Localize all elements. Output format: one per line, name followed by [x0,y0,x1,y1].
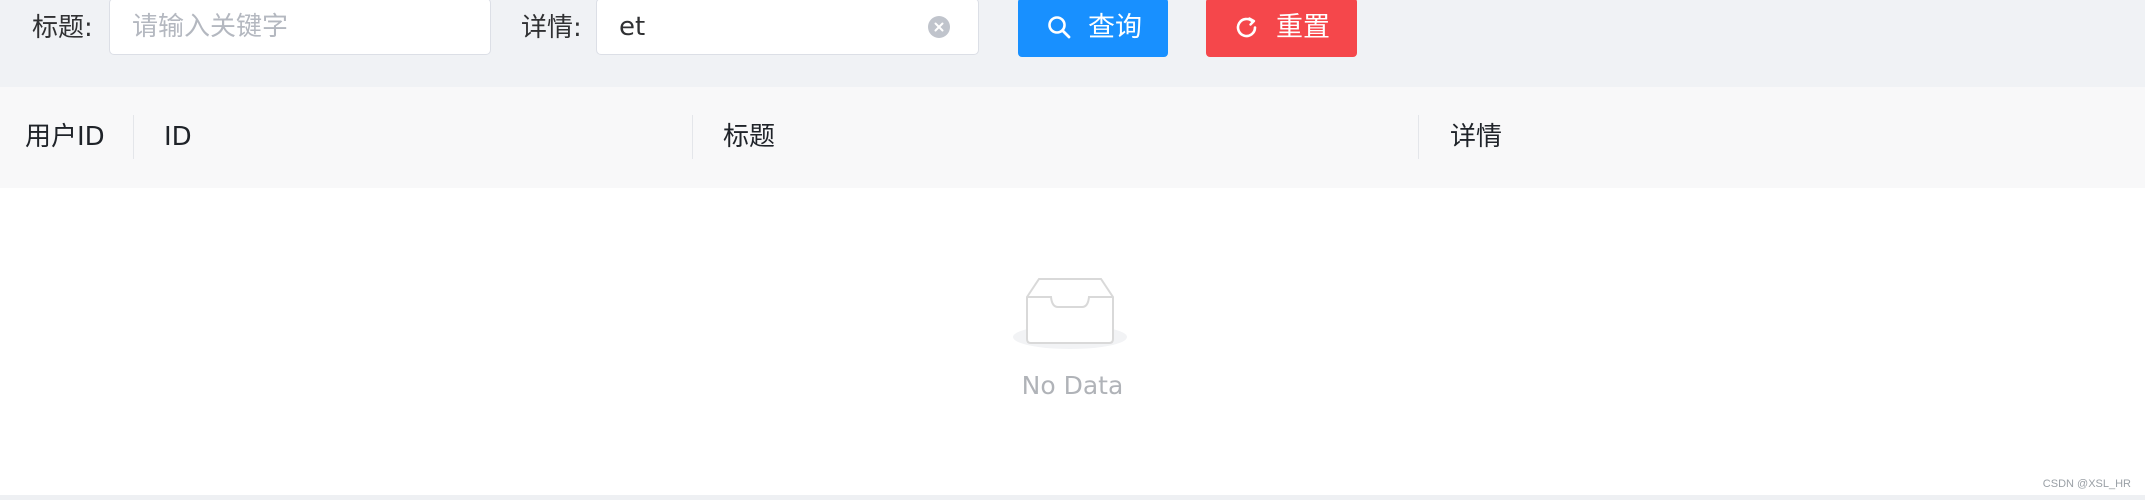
column-divider [133,115,134,159]
title-input-placeholder: 请输入关键字 [132,12,289,42]
refresh-icon [1234,14,1260,40]
empty-box-icon [1013,278,1127,349]
bottom-strip [0,495,2145,500]
search-bar: 标题: 请输入关键字 详情: et 查询 重置 [0,0,2145,87]
table-header: 用户ID ID 标题 详情 [0,87,2145,188]
empty-state-text: No Data [1021,371,1124,400]
column-header-user-id[interactable]: 用户ID [25,87,105,188]
detail-field-label: 详情: [521,13,582,43]
column-divider [1418,115,1419,159]
column-header-detail[interactable]: 详情 [1450,87,1502,188]
search-button[interactable]: 查询 [1018,0,1168,57]
detail-input-value: et [619,12,646,42]
clear-icon[interactable] [928,16,950,38]
column-header-id[interactable]: ID [164,87,192,188]
search-button-label: 查询 [1088,12,1142,43]
search-icon [1046,14,1072,40]
watermark: CSDN @XSL_HR [2042,478,2131,490]
title-field-label: 标题: [32,13,93,43]
column-header-title[interactable]: 标题 [723,87,775,188]
title-input[interactable]: 请输入关键字 [109,0,491,55]
column-divider [692,115,693,159]
detail-input[interactable]: et [596,0,979,55]
reset-button-label: 重置 [1276,12,1330,43]
reset-button[interactable]: 重置 [1206,0,1357,57]
